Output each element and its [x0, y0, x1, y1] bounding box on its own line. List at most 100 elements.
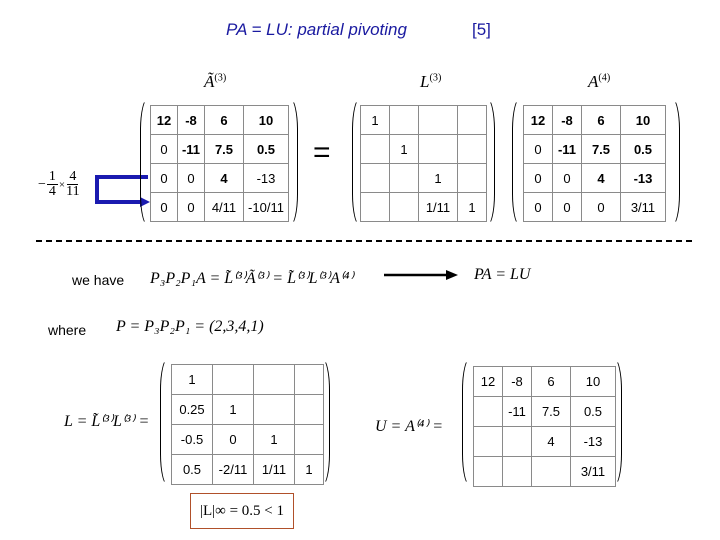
- matrix-cell: 1: [294, 454, 324, 485]
- matrix-a-tilde-3: 12 -8 6 10 0 -11 7.5 0.5 0 0 4 -13 0 0 4/11 -10/11: [150, 105, 289, 222]
- matrix-cell: [457, 105, 487, 135]
- l-3-label: L(3): [420, 72, 442, 91]
- matrix-cell: 0: [150, 163, 178, 193]
- matrix-cell: [253, 364, 295, 395]
- left-paren: [512, 98, 520, 226]
- matrix-cell: 1/11: [253, 454, 295, 485]
- matrix-cell: 10: [620, 105, 666, 135]
- a-tilde-3-label: Ã(3): [204, 72, 227, 91]
- matrix-row: 1: [360, 163, 487, 193]
- matrix-cell: 4/11: [204, 192, 244, 222]
- matrix-row: 0 0 4/11 -10/11: [150, 192, 289, 222]
- matrix-l-3: 1 1 1 1/11 1: [360, 105, 487, 222]
- matrix-cell: 3/11: [570, 456, 616, 487]
- left-paren: [462, 358, 470, 486]
- matrix-cell: [294, 424, 324, 455]
- permutation-equation: P = P₃P₂P₁ = (2,3,4,1): [116, 318, 264, 335]
- u-equation: U = A⁽⁴⁾ =: [375, 418, 444, 435]
- matrix-cell: [294, 364, 324, 395]
- matrix-cell: [473, 456, 503, 487]
- matrix-cell: [457, 163, 487, 193]
- matrix-cell: [531, 456, 571, 487]
- matrix-row: -11 7.5 0.5: [473, 396, 616, 427]
- matrix-cell: [473, 396, 503, 427]
- matrix-row: 1: [360, 134, 487, 164]
- matrix-row: -0.5 0 1: [171, 424, 324, 455]
- multiplier-expression: − 1 4 × 4 11: [38, 169, 80, 199]
- matrix-cell: [473, 426, 503, 457]
- matrix-cell: 0.5: [171, 454, 213, 485]
- matrix-cell: -8: [177, 105, 205, 135]
- matrix-cell: 0: [523, 163, 553, 193]
- right-paren: [290, 98, 298, 226]
- matrix-cell: -2/11: [212, 454, 254, 485]
- matrix-cell: [389, 163, 419, 193]
- matrix-cell: 7.5: [204, 134, 244, 164]
- matrix-cell: 4: [581, 163, 621, 193]
- matrix-cell: [294, 394, 324, 425]
- matrix-cell: [212, 364, 254, 395]
- matrix-row: 12 -8 6 10: [523, 105, 666, 135]
- matrix-cell: -11: [502, 396, 532, 427]
- matrix-cell: 1: [457, 192, 487, 222]
- matrix-cell: 1: [360, 105, 390, 135]
- matrix-cell: 1: [253, 424, 295, 455]
- title-text: PA = LU: partial pivoting: [226, 20, 407, 39]
- matrix-cell: 4: [204, 163, 244, 193]
- implies-arrow: [384, 270, 458, 280]
- matrix-row: 1/11 1: [360, 192, 487, 222]
- matrix-row: 1: [171, 364, 324, 395]
- matrix-a-4: 12 -8 6 10 0 -11 7.5 0.5 0 0 4 -13 0 0 0 3/11: [523, 105, 666, 222]
- matrix-cell: 1: [418, 163, 458, 193]
- matrix-cell: [389, 192, 419, 222]
- matrix-cell: 0: [177, 163, 205, 193]
- matrix-cell: 0.25: [171, 394, 213, 425]
- norm-box: |L|∞ = 0.5 < 1: [190, 493, 294, 529]
- matrix-cell: 1: [171, 364, 213, 395]
- pa-lu-result: PA = LU: [474, 266, 531, 283]
- matrix-row: 0.25 1: [171, 394, 324, 425]
- matrix-cell: 1: [389, 134, 419, 164]
- left-paren: [352, 98, 360, 226]
- matrix-cell: [418, 105, 458, 135]
- matrix-cell: 12: [150, 105, 178, 135]
- matrix-cell: 1: [212, 394, 254, 425]
- matrix-cell: [418, 134, 458, 164]
- matrix-row: 0 0 4 -13: [523, 163, 666, 193]
- matrix-row: 0 0 4 -13: [150, 163, 289, 193]
- matrix-cell: 0: [523, 192, 553, 222]
- norm-statement: |L|∞ = 0.5 < 1: [199, 503, 285, 519]
- matrix-cell: -10/11: [243, 192, 289, 222]
- matrix-cell: -0.5: [171, 424, 213, 455]
- matrix-cell: 0: [150, 192, 178, 222]
- a-4-label: A(4): [588, 72, 611, 91]
- matrix-cell: 6: [531, 366, 571, 397]
- matrix-row: 1: [360, 105, 487, 135]
- right-paren: [322, 358, 330, 486]
- matrix-cell: 0: [150, 134, 178, 164]
- matrix-l: 1 0.25 1 -0.5 0 1 0.5 -2/11 1/11 1: [171, 364, 324, 485]
- matrix-cell: -13: [570, 426, 616, 457]
- matrix-cell: [389, 105, 419, 135]
- right-paren: [487, 98, 495, 226]
- matrix-row: 0 -11 7.5 0.5: [523, 134, 666, 164]
- matrix-row: 0.5 -2/11 1/11 1: [171, 454, 324, 485]
- matrix-cell: 10: [243, 105, 289, 135]
- right-paren: [672, 98, 680, 226]
- matrix-row: 0 0 0 3/11: [523, 192, 666, 222]
- matrix-cell: [360, 134, 390, 164]
- matrix-cell: [360, 192, 390, 222]
- matrix-row: 12 -8 6 10: [473, 366, 616, 397]
- left-paren: [140, 98, 148, 226]
- matrix-cell: 4: [531, 426, 571, 457]
- dashed-separator: [36, 240, 692, 242]
- matrix-cell: 7.5: [531, 396, 571, 427]
- matrix-row: 12 -8 6 10: [150, 105, 289, 135]
- matrix-cell: 0.5: [243, 134, 289, 164]
- we-have-equation: P₃P₂P₁A = L̃⁽³⁾Ã⁽³⁾ = L̃⁽³⁾L⁽³⁾A⁽⁴⁾: [150, 270, 354, 287]
- matrix-cell: 0: [523, 134, 553, 164]
- left-paren: [160, 358, 168, 486]
- matrix-row: 3/11: [473, 456, 616, 487]
- matrix-cell: 1/11: [418, 192, 458, 222]
- matrix-cell: 0: [552, 163, 582, 193]
